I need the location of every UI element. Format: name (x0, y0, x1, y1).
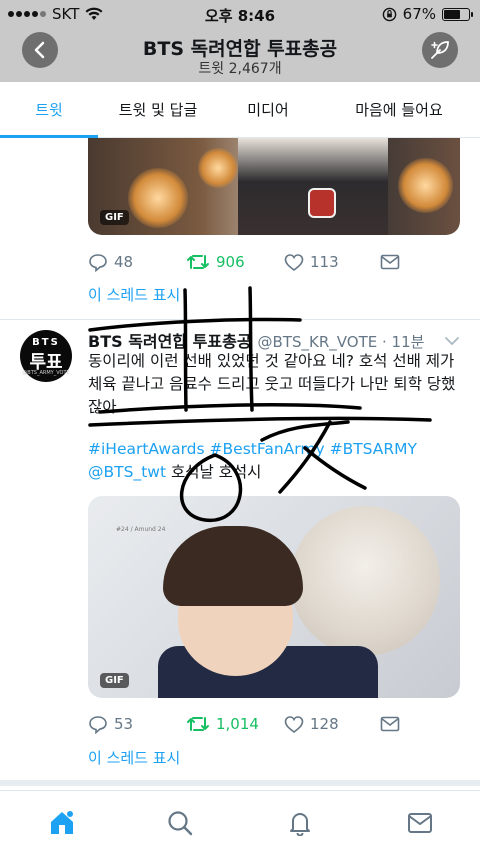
mention-link[interactable]: @BTS_twt (88, 463, 166, 481)
retweet-icon (187, 717, 209, 731)
hashtag-link[interactable]: #BTSARMY (330, 440, 417, 458)
retweet-button[interactable]: 906 (186, 253, 284, 271)
tweet1-media[interactable]: GIF (88, 138, 460, 235)
avatar-line3: @BTS_ARMY_VOTE (22, 370, 70, 376)
status-bar: SKT 오후 8:46 67% (0, 0, 480, 28)
messages-tab[interactable] (406, 809, 434, 837)
tweet2-actions: 53 1,014 128 (88, 712, 460, 736)
retweet-count: 1,014 (216, 715, 259, 733)
direct-message-icon (380, 716, 400, 732)
share-dm-button[interactable] (380, 716, 440, 732)
tweet-divider (0, 319, 480, 320)
avatar-line1: BTS (32, 337, 60, 348)
share-dm-button[interactable] (380, 254, 440, 270)
messages-icon (408, 813, 432, 833)
bottom-tab-bar (0, 790, 480, 854)
tweet2-hashtags: #iHeartAwards #BestFanArmy #BTSARMY @BTS… (88, 438, 460, 484)
home-tab[interactable] (48, 809, 76, 837)
retweet-count: 906 (216, 253, 245, 271)
feed-separator (0, 780, 480, 786)
reply-count: 53 (114, 715, 134, 733)
like-count: 128 (310, 715, 339, 733)
tweet2-media[interactable]: #24 / Amund 24 GIF (88, 496, 460, 698)
reply-button[interactable]: 48 (88, 252, 186, 272)
tab-tweets[interactable]: 트윗 (0, 82, 98, 138)
reply-icon (89, 254, 107, 272)
gif-badge: GIF (100, 673, 129, 688)
tweet1-actions: 48 906 113 (88, 250, 460, 274)
tab-media[interactable]: 미디어 (218, 82, 318, 137)
hashtag-link[interactable]: #BestFanArmy (210, 440, 325, 458)
notifications-icon (290, 813, 310, 836)
battery-percent: 67% (402, 5, 436, 23)
like-icon (284, 253, 304, 271)
tab-likes[interactable]: 마음에 들어요 (318, 82, 480, 137)
profile-name-title: BTS 독려연합 투표총공 (142, 38, 338, 60)
tweet-count: 트윗 2,467개 (198, 61, 282, 77)
chevron-down-icon[interactable] (444, 336, 460, 346)
hashtag-link[interactable]: #iHeartAwards (88, 440, 205, 458)
media-caption: #24 / Amund 24 (116, 526, 166, 533)
profile-header: BTS 독려연합 투표총공 트윗 2,467개 (0, 28, 480, 82)
gif-badge: GIF (100, 210, 129, 225)
home-icon (51, 811, 73, 834)
author-handle-time: @BTS_KR_VOTE · 11분 (257, 333, 425, 351)
notifications-tab[interactable] (286, 809, 314, 837)
avatar[interactable]: BTS 투표 @BTS_ARMY_VOTE (20, 330, 72, 382)
tab-tweets-and-replies[interactable]: 트윗 및 답글 (98, 82, 218, 137)
retweet-button[interactable]: 1,014 (186, 715, 284, 733)
search-icon (168, 811, 193, 836)
direct-message-icon (380, 254, 400, 270)
profile-tabs: 트윗 트윗 및 답글 미디어 마음에 들어요 (0, 82, 480, 138)
tweet2-text: 동이리에 이런 선배 있었던 것 같아요 네? 호석 선배 제가 체육 끝나고 … (88, 352, 456, 416)
compose-feather-icon (431, 41, 449, 59)
show-thread-link[interactable]: 이 스레드 표시 (88, 747, 180, 768)
like-button[interactable]: 113 (284, 253, 380, 272)
author-name[interactable]: BTS 독려연합 투표총공 (88, 328, 252, 352)
tweet2-tail-text: 호석날 호석시 (166, 463, 262, 481)
search-tab[interactable] (166, 809, 194, 837)
reply-button[interactable]: 53 (88, 714, 186, 734)
status-right: 67% (382, 5, 473, 23)
retweet-icon (187, 255, 209, 269)
tweet2-header: BTS 독려연합 투표총공 @BTS_KR_VOTE · 11분 (88, 328, 460, 352)
battery-icon (442, 7, 473, 21)
compose-tweet-button[interactable] (422, 32, 458, 68)
reply-icon (89, 716, 107, 734)
like-button[interactable]: 128 (284, 715, 380, 734)
like-count: 113 (310, 253, 339, 271)
orientation-lock-icon (382, 7, 396, 21)
like-icon (284, 715, 304, 733)
show-thread-link[interactable]: 이 스레드 표시 (88, 284, 180, 305)
reply-count: 48 (114, 253, 134, 271)
